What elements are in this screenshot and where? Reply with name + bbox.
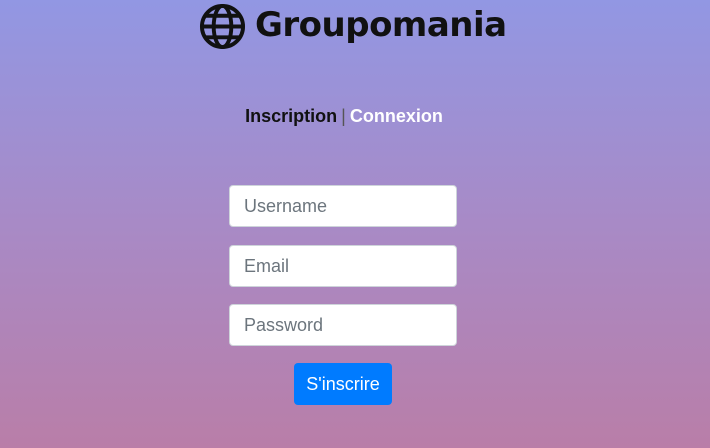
inscription-link[interactable]: Inscription — [245, 106, 337, 126]
signup-button[interactable]: S'inscrire — [294, 363, 392, 405]
brand-name: Groupomania — [255, 4, 507, 45]
connexion-link[interactable]: Connexion — [350, 106, 443, 126]
brand-logo[interactable]: Groupomania — [199, 3, 507, 50]
nav-separator: | — [341, 106, 346, 126]
password-input[interactable] — [229, 304, 457, 346]
email-input[interactable] — [229, 245, 457, 287]
auth-nav: Inscription | Connexion — [0, 106, 688, 127]
globe-icon — [199, 3, 246, 50]
username-input[interactable] — [229, 185, 457, 227]
